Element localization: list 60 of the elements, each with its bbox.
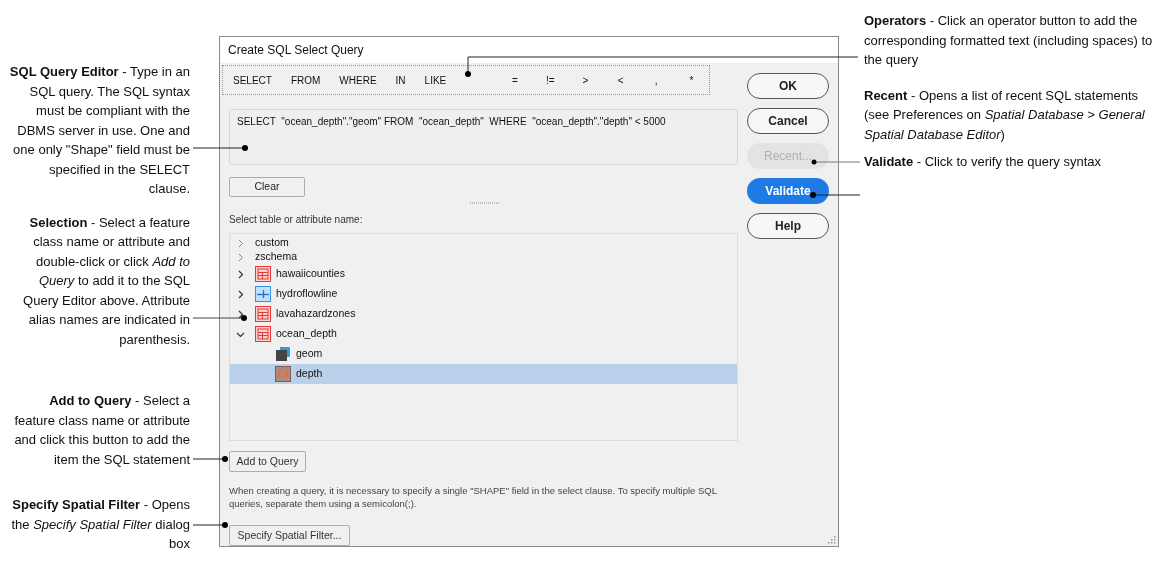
hint-text: When creating a query, it is necessary to specify a single "SHAPE" field in the select clause. To specify multiple SQL queries, separate them using a semicolon(;). bbox=[229, 484, 718, 510]
field-icon bbox=[275, 366, 291, 382]
operator-button[interactable]: = bbox=[497, 70, 533, 90]
leader-line bbox=[811, 159, 861, 165]
sql-query-editor[interactable]: SELECT "ocean_depth"."geom" FROM "ocean_depth" WHERE "ocean_depth"."depth" < 5000 bbox=[229, 109, 738, 165]
resize-grip-icon[interactable] bbox=[828, 536, 836, 544]
spatial-filter-button[interactable]: Specify Spatial Filter... bbox=[229, 525, 350, 546]
annotation-text: Recent - Opens a list of recent SQL statements (see Preferences on Spatial Database > General Spatial Database Editor) bbox=[864, 86, 1146, 144]
dialog-button[interactable]: Help bbox=[747, 213, 829, 239]
tree-item-label: ocean_depth bbox=[276, 326, 337, 342]
tree-item[interactable]: hawaiicounties bbox=[230, 264, 737, 284]
tree-label: Select table or attribute name: bbox=[229, 213, 364, 227]
operator-button[interactable]: != bbox=[532, 70, 568, 90]
annotation-text: Selection - Select a feature class name or attribute and double-click or click Add to Query to add it to the SQL Query Editor above. Attribute alias names are indicated in parenthesis. bbox=[22, 213, 190, 349]
annotation-text: SQL Query Editor - Type in an SQL query. The SQL syntax must be compliant with the DBMS server in use. One and one only "Shape" field must be specified in the SELECT clause. bbox=[8, 63, 190, 198]
operator-button[interactable]: SELECT bbox=[233, 70, 272, 90]
tree-item[interactable]: depth bbox=[230, 364, 737, 384]
operator-button[interactable]: IN bbox=[395, 70, 406, 90]
leader-line bbox=[192, 522, 228, 528]
tree-item-label: geom bbox=[296, 346, 323, 362]
table-icon bbox=[255, 266, 271, 282]
splitter-handle[interactable] bbox=[470, 202, 500, 204]
dialog-button[interactable]: Validate bbox=[747, 178, 829, 204]
annotation-text: Validate - Click to verify the query syntax bbox=[864, 153, 1102, 171]
leader-line bbox=[192, 145, 248, 151]
annotation-text: Add to Query - Select a feature class name or attribute and click this button to add the item the SQL statement bbox=[13, 392, 190, 469]
dialog-button[interactable]: OK bbox=[747, 73, 829, 99]
clear-button[interactable]: Clear bbox=[229, 177, 305, 197]
leader-line bbox=[192, 315, 247, 321]
tree-item-label: custom bbox=[255, 235, 289, 251]
tree-item[interactable]: geom bbox=[230, 344, 737, 364]
geometry-icon bbox=[275, 346, 291, 362]
chevron-icon[interactable] bbox=[236, 269, 245, 279]
tree-item[interactable]: zschema bbox=[230, 250, 737, 264]
operator-button[interactable]: , bbox=[638, 70, 674, 90]
table-icon bbox=[255, 326, 271, 342]
operator-button[interactable]: > bbox=[567, 70, 604, 90]
tree-item[interactable]: hydroflowline bbox=[230, 284, 737, 304]
tree-item[interactable]: ocean_depth bbox=[230, 324, 737, 344]
window-title: Create SQL Select Query bbox=[220, 37, 838, 63]
operator-button[interactable]: * bbox=[673, 70, 709, 90]
leader-line bbox=[810, 192, 861, 198]
operator-button[interactable]: LIKE bbox=[424, 70, 447, 90]
tree-item[interactable]: custom bbox=[230, 236, 737, 250]
leader-line bbox=[192, 456, 228, 462]
operator-button[interactable]: FROM bbox=[290, 70, 321, 90]
operator-button[interactable]: < bbox=[603, 70, 639, 90]
annotation-text: Operators - Click an operator button to add the corresponding formatted text (including spaces) to the query bbox=[864, 12, 1154, 69]
add-to-query-button[interactable]: Add to Query bbox=[229, 451, 306, 472]
tree-item-label: hydroflowline bbox=[276, 286, 338, 302]
operator-button[interactable]: WHERE bbox=[339, 70, 377, 90]
tree-item-label: depth bbox=[296, 366, 323, 382]
tree-item-label: lavahazardzones bbox=[276, 306, 356, 322]
table-icon bbox=[255, 306, 271, 322]
line-layer-icon bbox=[255, 286, 271, 302]
dialog-button[interactable]: Cancel bbox=[747, 108, 829, 134]
annotation-text: Specify Spatial Filter - Opens the Specify Spatial Filter dialog box bbox=[10, 496, 190, 553]
chevron-icon[interactable] bbox=[236, 289, 245, 299]
tree-item-label: hawaiicounties bbox=[276, 266, 345, 282]
tree-item-label: zschema bbox=[255, 249, 297, 265]
